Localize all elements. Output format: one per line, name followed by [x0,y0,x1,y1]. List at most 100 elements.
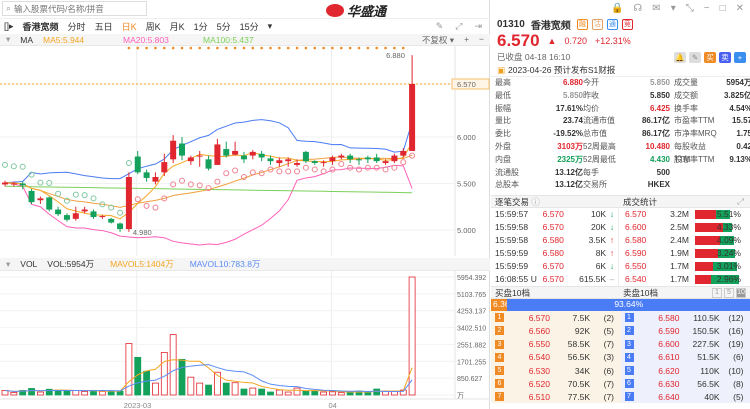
pencil-icon[interactable]: ✎ [436,21,444,32]
candle [10,183,17,185]
depth-level-10[interactable]: 10 [736,287,746,298]
price-change: 0.720 [564,36,587,46]
maximize-icon[interactable]: □ [720,3,726,14]
last-price: 6.570 [497,31,540,50]
volume-bar [178,358,186,396]
book-price: 6.620 [658,365,680,376]
trade-direction-icon: ↓ [609,261,615,272]
search-box[interactable]: ⌕ [2,1,147,16]
book-volume: 58.5K [567,339,590,350]
collapse-icon[interactable]: []▸ [4,21,14,32]
headset-icon[interactable]: ☊ [633,3,642,14]
sar-dot [125,160,132,167]
candle [205,159,212,169]
stock-header: 01310 香港宽频 融沽通竞 [491,16,750,32]
candlestick-chart[interactable]: 6.880 4.980 6.570 6.000 5.500 5.000 [0,46,490,256]
minus-icon[interactable]: − [479,34,484,46]
add-icon[interactable]: + [464,34,469,46]
stock-code: 01310 [497,18,525,30]
candle [258,153,265,158]
market-status: 已收盘 04-18 16:10 [497,52,571,62]
stat-value: 9.13% [729,154,750,164]
low-annotation: 4.980 [133,228,152,237]
stat-value: 13.12亿 [554,167,583,177]
note-icon[interactable]: ✎ [689,51,701,63]
level-badge: 5 [495,366,504,376]
candle [143,172,150,178]
book-volume: 51.5K [697,352,720,363]
trade-direction-icon: – [609,274,615,285]
event-dot [366,46,370,50]
minimize-icon[interactable]: − [704,3,710,14]
tab-0[interactable]: 分时 [68,20,86,33]
add-watchlist-button[interactable]: + [734,51,746,63]
volstat-row: 6.590 1.9M 3.24% [619,247,750,260]
stat-label: 最低 [495,90,511,100]
sell-button[interactable]: 卖 [719,51,731,63]
window-controls: 🔒 ☊ ✉ ▾ ⤡ − □ ✕ [491,0,750,16]
volstat-price: 6.600 [625,222,647,233]
event-dot [251,46,255,50]
volume-bar [408,276,416,396]
candle [382,161,389,164]
dropdown-icon[interactable]: ▾ [268,21,273,32]
close-icon[interactable]: ✕ [736,3,744,14]
ma-dropdown-icon[interactable]: ▾ [6,34,10,45]
event-dot [384,46,387,50]
book-orders: (10) [728,365,744,376]
tab-2[interactable]: 日K [122,20,137,33]
stat-label: 市净率MRQ [674,129,717,139]
sar-dot [338,160,345,167]
adjust-select[interactable]: 不复权 ▾ [422,34,454,46]
sar-dot [249,169,256,176]
search-input[interactable] [14,3,135,14]
expand-icon[interactable]: ⤢ [737,196,744,207]
volstats-title: 成交统计 [623,196,658,207]
vol-axis-label: 850.627 [457,376,482,383]
bid-row: 1 6.570 7.5K (2) [491,311,621,324]
volstat-volume: 1.9M [670,248,689,259]
volume-chart[interactable]: 5954.392 5103.765 4253.137 3402.510 2551.882… [0,271,490,409]
depth-level-1[interactable]: 1 [712,287,722,298]
volume-bar [249,387,257,396]
vol-dropdown-icon[interactable]: ▾ [6,259,10,270]
level-badge: 6 [624,379,634,389]
stat-label: 成交额 [674,90,698,100]
search-icon: ⌕ [6,3,12,13]
event-dot [286,46,290,50]
mail-icon[interactable]: ✉ [652,3,660,14]
tab-3[interactable]: 周K [146,20,161,33]
bid-row: 4 6.540 56.5K (3) [491,351,621,364]
earnings-notice[interactable]: ▣ 2023-04-26 预计发布S1财报 [491,64,750,77]
logo-icon [326,4,344,17]
alert-icon[interactable]: 🔔 [674,51,686,63]
volstat-bar: 3.24% [695,248,741,259]
stock-name: 香港宽频 [530,20,571,32]
shirt-icon[interactable]: ▾ [671,3,676,14]
tab-6[interactable]: 5分 [217,20,231,33]
book-price: 6.540 [528,352,550,363]
lock-icon[interactable]: 🔒 [611,3,623,14]
book-orders: (7) [603,391,614,402]
volstat-bar: 5.51% [695,209,741,220]
trade-row: 16:08:55 U 6.570 615.5K – [491,273,618,286]
book-price: 6.520 [528,378,550,389]
help-icon[interactable]: ⓘ [531,197,540,207]
stat-label: 市盈率TTM [674,116,715,126]
stat-label: 成交量 [674,78,698,87]
tab-5[interactable]: 1分 [194,20,208,33]
tab-4[interactable]: 月K [170,20,185,33]
fullscreen-icon[interactable]: ⤢ [455,21,462,32]
tab-7[interactable]: 15分 [240,20,259,33]
volume-bar [231,382,239,396]
volstat-price: 6.550 [625,261,647,272]
buy-button[interactable]: 买 [704,51,716,63]
candle [152,176,159,182]
candle [117,223,124,230]
trade-direction-icon: ↑ [609,248,615,259]
tab-1[interactable]: 五日 [95,20,113,33]
sidebar-toggle-icon[interactable]: ⇥ [474,21,482,32]
sar-dot [373,164,380,171]
depth-level-5[interactable]: 5 [724,287,734,298]
shrink-icon[interactable]: ⤡ [686,3,694,14]
